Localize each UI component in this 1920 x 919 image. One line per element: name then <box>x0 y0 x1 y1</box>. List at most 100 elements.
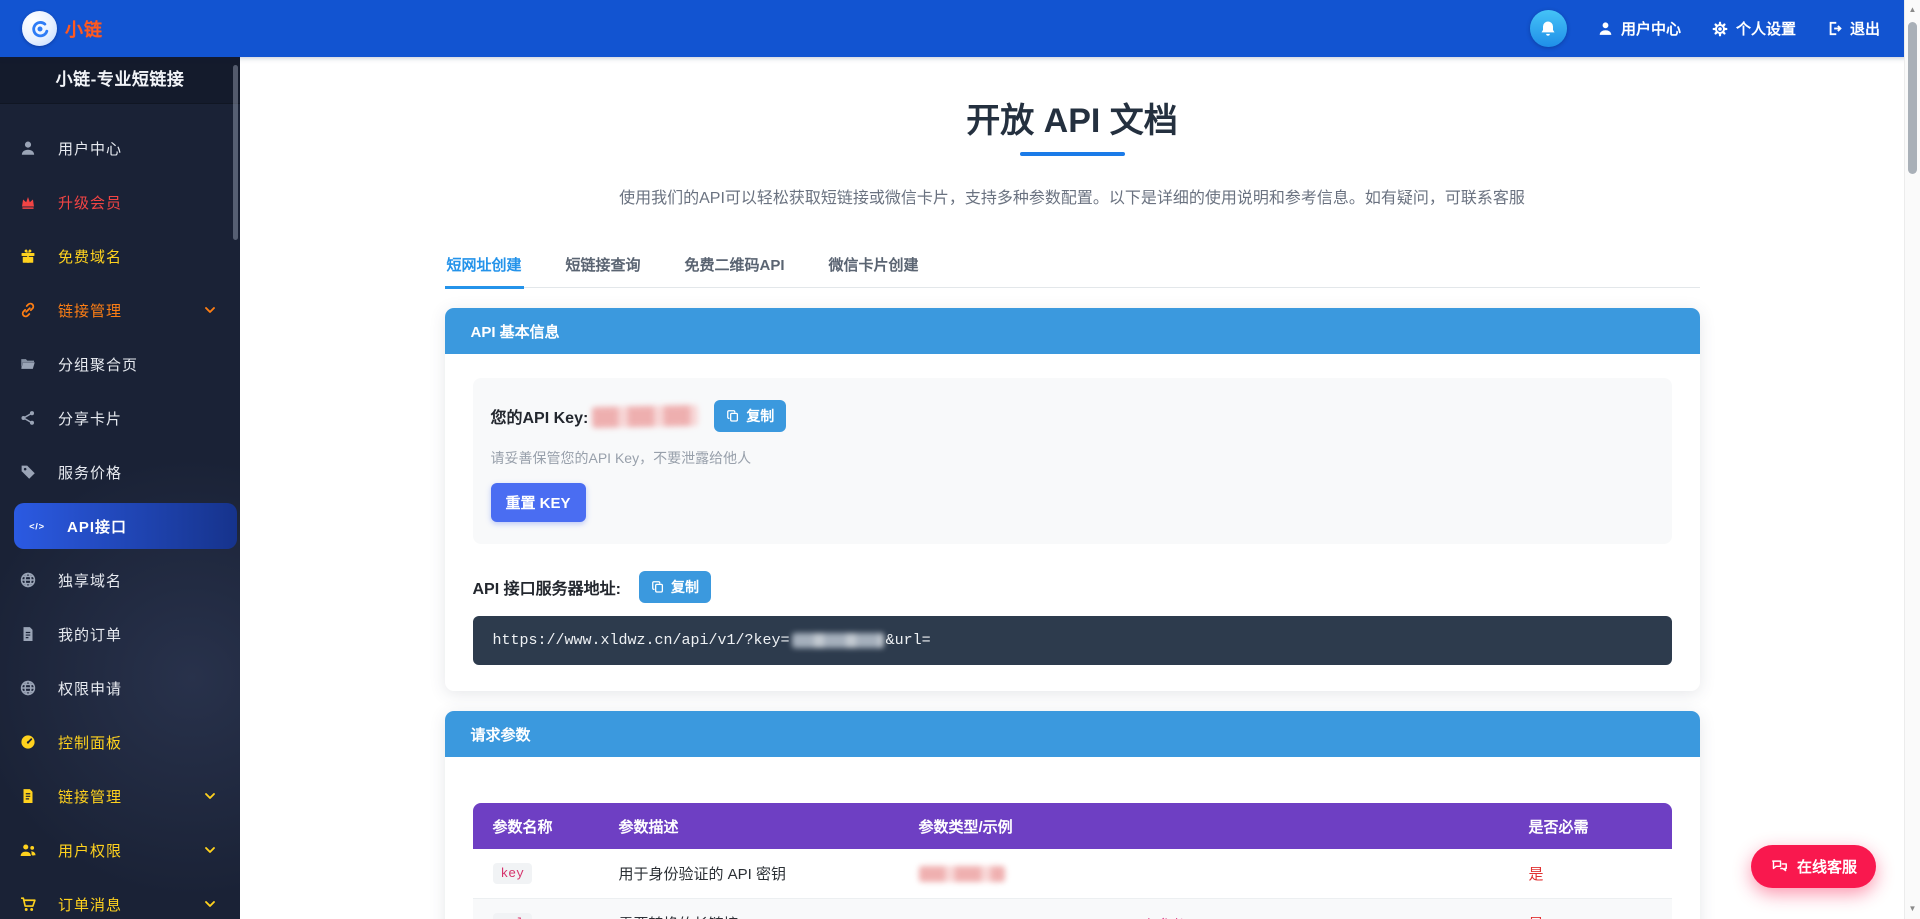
sidebar-menu: 用户中心 升级会员 免费域名 链接管理 分组聚合页 分享卡片 服务价格 </> … <box>0 103 240 919</box>
copy-api-key-button[interactable]: 复制 <box>714 400 786 432</box>
col-param-type: 参数类型/示例 <box>919 816 1529 837</box>
logout-icon <box>1826 20 1843 37</box>
sidebar-item-6[interactable]: 服务价格 <box>0 445 240 499</box>
user-icon <box>19 139 37 157</box>
sidebar-item-label: 用户权限 <box>58 840 122 861</box>
nav-logout-label: 退出 <box>1850 18 1880 39</box>
params-table-header: 参数名称 参数描述 参数类型/示例 是否必需 <box>473 803 1672 849</box>
share-icon <box>19 409 37 427</box>
sidebar-item-label: 免费域名 <box>58 246 122 267</box>
sidebar-item-0[interactable]: 用户中心 <box>0 121 240 175</box>
notifications-button[interactable] <box>1530 10 1567 47</box>
col-param-name: 参数名称 <box>473 816 619 837</box>
param-name-code: url <box>493 913 532 919</box>
redacted-api-key <box>592 404 698 427</box>
sidebar-scrollbar-thumb[interactable] <box>233 65 238 240</box>
sidebar-item-label: 权限申请 <box>58 678 122 699</box>
sidebar-item-14[interactable]: 订单消息 <box>0 877 240 919</box>
tab-0[interactable]: 短网址创建 <box>445 244 524 289</box>
api-info-panel-body: 您的API Key: 复制 请妥善保管您的API Key，不要泄露给他人 重置 … <box>445 354 1700 691</box>
chat-icon <box>1770 857 1789 876</box>
chevron-down-icon <box>202 788 218 804</box>
api-info-panel-header: API 基本信息 <box>445 308 1700 354</box>
sidebar-item-9[interactable]: 我的订单 <box>0 607 240 661</box>
col-param-desc: 参数描述 <box>619 816 919 837</box>
brand-logo-icon <box>22 11 57 46</box>
param-desc: 用于身份验证的 API 密钥 <box>619 863 919 884</box>
params-table-row-0: key 用于身份验证的 API 密钥 是 <box>473 849 1672 899</box>
api-info-panel: API 基本信息 您的API Key: 复制 请妥善保管您的API Key，不要 <box>445 308 1700 691</box>
sidebar-item-7[interactable]: </> API接口 <box>14 503 237 549</box>
endpoint-url-suffix: &url= <box>886 632 931 649</box>
copy-api-key-label: 复制 <box>746 406 774 426</box>
link-icon <box>19 301 37 319</box>
top-navbar: 小链 用户中心 个人设置 退出 <box>0 0 1920 57</box>
copy-server-url-button[interactable]: 复制 <box>639 571 711 603</box>
redacted-endpoint-key <box>792 633 884 648</box>
sidebar: 小链-专业短链接 用户中心 升级会员 免费域名 链接管理 分组聚合页 分享卡片 … <box>0 57 240 919</box>
request-params-panel: 请求参数 参数名称 参数描述 参数类型/示例 是否必需 key 用于身份验证的 … <box>445 711 1700 919</box>
page-scrollbar[interactable]: ▲ ▼ <box>1904 0 1920 919</box>
sidebar-item-10[interactable]: 权限申请 <box>0 661 240 715</box>
user-icon <box>1597 20 1614 37</box>
sidebar-item-label: 控制面板 <box>58 732 122 753</box>
params-table: 参数名称 参数描述 参数类型/示例 是否必需 key 用于身份验证的 API 密… <box>473 803 1672 919</box>
nav-personal-settings[interactable]: 个人设置 <box>1711 18 1796 39</box>
globe-icon <box>19 679 37 697</box>
nav-personal-settings-label: 个人设置 <box>1736 18 1796 39</box>
nav-user-center-label: 用户中心 <box>1621 18 1681 39</box>
request-params-panel-body: 参数名称 参数描述 参数类型/示例 是否必需 key 用于身份验证的 API 密… <box>445 757 1700 919</box>
scrollbar-down-arrow[interactable]: ▼ <box>1905 903 1920 915</box>
sidebar-item-1[interactable]: 升级会员 <box>0 175 240 229</box>
gear-icon <box>1711 20 1729 38</box>
brand[interactable]: 小链 <box>22 11 103 46</box>
sidebar-item-label: 订单消息 <box>58 894 122 915</box>
copy-icon <box>726 409 740 423</box>
sidebar-item-label: 独享域名 <box>58 570 122 591</box>
tab-2[interactable]: 免费二维码API <box>683 244 787 289</box>
document-icon <box>19 625 37 643</box>
page-subtitle: 使用我们的API可以轻松获取短链接或微信卡片，支持多种参数配置。以下是详细的使用… <box>445 184 1700 208</box>
sidebar-title: 小链-专业短链接 <box>0 57 240 103</box>
sidebar-item-3[interactable]: 链接管理 <box>0 283 240 337</box>
content-column: 开放 API 文档 使用我们的API可以轻松获取短链接或微信卡片，支持多种参数配… <box>445 93 1700 919</box>
nav-user-center[interactable]: 用户中心 <box>1597 18 1681 39</box>
sidebar-item-12[interactable]: 链接管理 <box>0 769 240 823</box>
sidebar-item-11[interactable]: 控制面板 <box>0 715 240 769</box>
sidebar-item-label: 用户中心 <box>58 138 122 159</box>
copy-server-url-label: 复制 <box>671 577 699 597</box>
sidebar-item-label: 分组聚合页 <box>58 354 138 375</box>
scrollbar-up-arrow[interactable]: ▲ <box>1905 4 1920 16</box>
param-required: 是 <box>1529 866 1544 883</box>
reset-key-button[interactable]: 重置 KEY <box>491 483 586 522</box>
api-key-note: 请妥善保管您的API Key，不要泄露给他人 <box>491 448 1654 468</box>
tab-3[interactable]: 微信卡片创建 <box>827 244 921 289</box>
sidebar-item-label: 我的订单 <box>58 624 122 645</box>
page-title: 开放 API 文档 <box>445 93 1700 142</box>
sidebar-item-label: 链接管理 <box>58 300 122 321</box>
scrollbar-thumb[interactable] <box>1908 22 1917 174</box>
sidebar-item-8[interactable]: 独享域名 <box>0 553 240 607</box>
title-underline <box>1020 152 1125 156</box>
code-icon: </> <box>28 517 46 535</box>
brand-name: 小链 <box>65 16 103 42</box>
sidebar-item-label: 链接管理 <box>58 786 122 807</box>
gift-icon <box>19 247 37 265</box>
param-name-code: key <box>493 863 532 884</box>
param-desc: 需要转换的长链接 <box>619 913 919 919</box>
sidebar-item-label: 升级会员 <box>58 192 122 213</box>
sidebar-item-label: API接口 <box>67 516 127 537</box>
col-param-required: 是否必需 <box>1529 816 1672 837</box>
tab-1[interactable]: 短链接查询 <box>564 244 643 289</box>
sidebar-item-4[interactable]: 分组聚合页 <box>0 337 240 391</box>
nav-logout[interactable]: 退出 <box>1826 18 1880 39</box>
sidebar-item-2[interactable]: 免费域名 <box>0 229 240 283</box>
api-key-label: 您的API Key: <box>491 404 589 428</box>
online-support-button[interactable]: 在线客服 <box>1751 845 1876 888</box>
params-table-row-1: url 需要转换的长链接 https://www.xldwz.cn/longur… <box>473 899 1672 919</box>
main-area: 开放 API 文档 使用我们的API可以轻松获取短链接或微信卡片，支持多种参数配… <box>240 0 1920 919</box>
cart-icon <box>19 895 37 913</box>
sidebar-item-5[interactable]: 分享卡片 <box>0 391 240 445</box>
sidebar-item-13[interactable]: 用户权限 <box>0 823 240 877</box>
chevron-down-icon <box>202 896 218 912</box>
